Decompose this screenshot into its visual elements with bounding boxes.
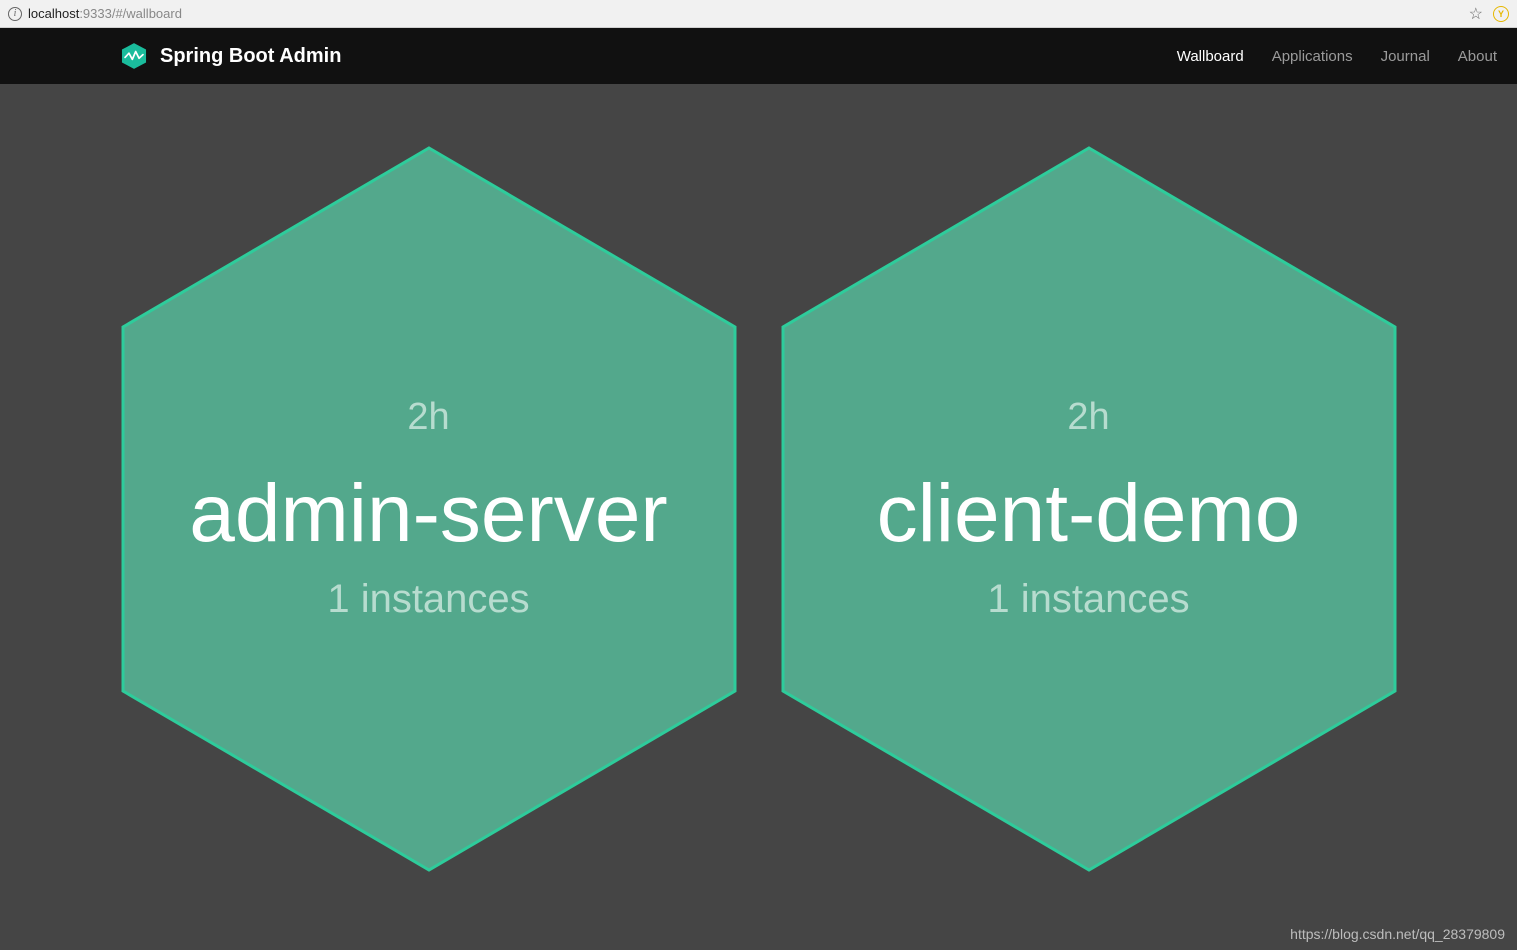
app-tile-admin-server[interactable]: 2h admin-server 1 instances [119,144,739,874]
app-uptime: 2h [407,396,449,439]
app-instances: 1 instances [327,577,529,622]
brand[interactable]: Spring Boot Admin [120,42,341,70]
url-host: localhost [28,6,79,21]
app-tile-content: 2h client-demo 1 instances [779,144,1399,874]
logo-hexagon-icon [120,42,148,70]
wallboard: 2h admin-server 1 instances 2h client-de… [0,84,1517,934]
app-instances: 1 instances [987,577,1189,622]
app-uptime: 2h [1067,396,1109,439]
url-path: :9333/#/wallboard [79,6,182,21]
extension-icon[interactable]: Y [1493,6,1509,22]
nav-link-wallboard[interactable]: Wallboard [1177,48,1244,65]
nav-link-applications[interactable]: Applications [1272,48,1353,65]
bookmark-star-icon[interactable]: ☆ [1469,4,1483,24]
nav-link-journal[interactable]: Journal [1381,48,1430,65]
app-tile-content: 2h admin-server 1 instances [119,144,739,874]
info-icon: i [8,7,22,21]
app-name: client-demo [877,469,1301,559]
nav-link-about[interactable]: About [1458,48,1497,65]
navbar: Spring Boot Admin Wallboard Applications… [0,28,1517,84]
watermark-text: https://blog.csdn.net/qq_28379809 [1290,926,1505,942]
app-name: admin-server [189,469,667,559]
nav-links: Wallboard Applications Journal About [1177,48,1497,65]
browser-url[interactable]: localhost:9333/#/wallboard [28,6,1469,21]
brand-title: Spring Boot Admin [160,45,341,68]
browser-address-bar: i localhost:9333/#/wallboard ☆ Y [0,0,1517,28]
app-tile-client-demo[interactable]: 2h client-demo 1 instances [779,144,1399,874]
